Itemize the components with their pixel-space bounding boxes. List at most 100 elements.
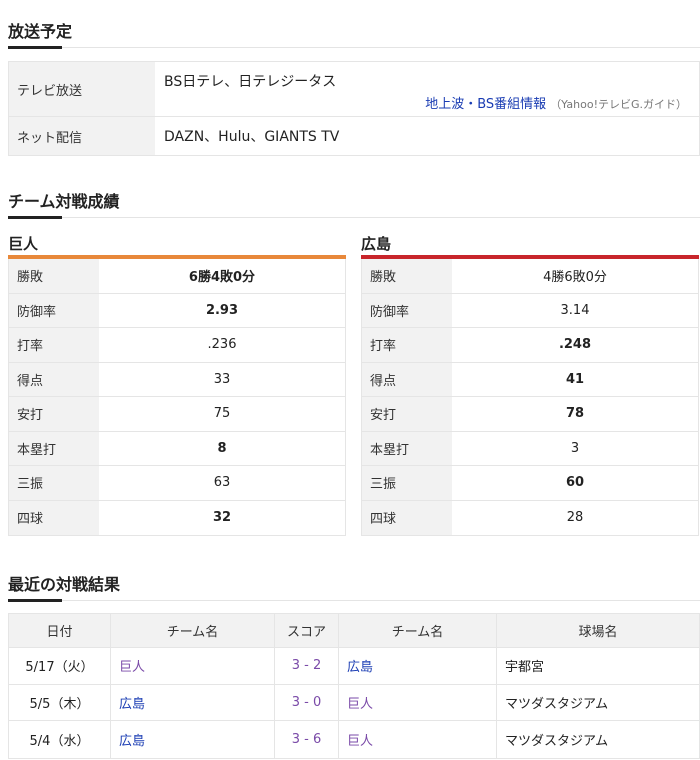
result-team2-cell: 広島 [339, 648, 497, 684]
result-team1-cell: 巨人 [111, 648, 275, 684]
stat-label: 打率 [362, 328, 452, 362]
tv-guide-link[interactable]: 地上波・BS番組情報 [425, 97, 546, 112]
result-score-cell: 3 - 6 [275, 721, 339, 758]
stat-label: 本塁打 [362, 431, 452, 465]
matchup-heading: チーム対戦成績 [8, 192, 120, 211]
result-stadium: マツダスタジアム [505, 696, 609, 712]
stat-value: .248 [558, 337, 592, 353]
stat-value: .236 [207, 337, 237, 353]
result-score-link[interactable]: 3 - 6 [292, 732, 322, 747]
stats-table: 勝敗 6勝4敗0分 防御率 2.93 打率 .236 得点 33 安打 75 本塁打 8 三振 63 四球 3… [8, 259, 346, 536]
col-team2: チーム名 [339, 614, 497, 647]
result-team1-cell: 広島 [111, 684, 275, 720]
result-team2-link[interactable]: 巨人 [347, 730, 373, 749]
divider [8, 47, 700, 48]
team-stats-giants: 巨人 勝敗 6勝4敗0分 防御率 2.93 打率 .236 得点 33 安打 75 本塁打 8 三振 63… [8, 233, 346, 536]
result-team2-cell: 巨人 [339, 684, 497, 720]
stat-row: 四球 32 [9, 500, 345, 535]
stat-row: 得点 33 [9, 362, 345, 397]
stats-table: 勝敗 4勝6敗0分 防御率 3.14 打率 .248 得点 41 安打 78 本塁打 3 三振 60 四球 2… [361, 259, 699, 536]
stat-value: 32 [212, 510, 232, 526]
result-team2-link[interactable]: 巨人 [347, 693, 373, 712]
stat-label: 三振 [362, 466, 452, 500]
stat-row: 打率 .248 [362, 328, 698, 363]
stat-row: 勝敗 4勝6敗0分 [362, 259, 698, 294]
result-stadium: マツダスタジアム [497, 721, 699, 758]
stat-value: 75 [213, 406, 231, 422]
result-date: 5/17（火） [9, 648, 111, 684]
stat-value: 60 [565, 475, 585, 491]
result-team1-cell: 広島 [111, 721, 275, 758]
stat-row: 安打 75 [9, 397, 345, 432]
result-team2-cell: 巨人 [339, 721, 497, 758]
stat-label: 勝敗 [9, 259, 99, 293]
stat-value: 41 [565, 371, 585, 387]
divider [8, 217, 700, 218]
stat-value: 4勝6敗0分 [543, 270, 607, 286]
stat-row: 得点 41 [362, 362, 698, 397]
tv-value-cell: BS日テレ、日テレジータス 地上波・BS番組情報 （Yahoo!テレビG.ガイド） [155, 62, 699, 116]
stat-label: 四球 [9, 500, 99, 535]
tv-value: BS日テレ、日テレジータス [164, 74, 337, 90]
tv-guide: 地上波・BS番組情報 （Yahoo!テレビG.ガイド） [425, 93, 687, 112]
team-name: 広島 [361, 235, 392, 253]
stat-value: 3.14 [560, 302, 590, 318]
stat-row: 三振 63 [9, 466, 345, 501]
stat-value: 8 [217, 440, 227, 456]
heading-accent [8, 599, 62, 602]
result-team2-link[interactable]: 広島 [347, 656, 373, 675]
result-score-cell: 3 - 2 [275, 648, 339, 684]
broadcast-net-row: ネット配信 DAZN、Hulu、GIANTS TV [9, 117, 699, 155]
stat-label: 本塁打 [9, 431, 99, 465]
results-table: 日付 チーム名 スコア チーム名 球場名 5/17（火） 巨人 3 - 2 広島 宇都宮… [8, 613, 700, 759]
broadcast-heading: 放送予定 [8, 22, 73, 41]
result-date: 5/5（木） [9, 684, 111, 720]
stat-label: 安打 [362, 397, 452, 431]
result-team1-link[interactable]: 広島 [119, 730, 145, 749]
col-score: スコア [275, 614, 339, 647]
results-header-row: 日付 チーム名 スコア チーム名 球場名 [9, 614, 699, 648]
stat-label: 得点 [362, 362, 452, 396]
stat-label: 三振 [9, 466, 99, 500]
stat-row: 四球 28 [362, 500, 698, 535]
stat-value: 3 [570, 440, 580, 456]
heading-accent [8, 46, 62, 49]
stat-row: 防御率 2.93 [9, 293, 345, 328]
stat-row: 三振 60 [362, 466, 698, 501]
result-team1-link[interactable]: 巨人 [119, 656, 145, 675]
stat-value: 6勝4敗0分 [188, 270, 256, 286]
stat-label: 防御率 [362, 293, 452, 327]
stat-row: 勝敗 6勝4敗0分 [9, 259, 345, 294]
stat-label: 防御率 [9, 293, 99, 327]
stat-row: 防御率 3.14 [362, 293, 698, 328]
stat-row: 本塁打 8 [9, 431, 345, 466]
tv-guide-source: （Yahoo!テレビG.ガイド） [550, 98, 687, 111]
net-label: ネット配信 [9, 117, 155, 155]
result-team1-link[interactable]: 広島 [119, 693, 145, 712]
result-row: 5/5（木） 広島 3 - 0 巨人 マツダスタジアム [9, 684, 699, 721]
result-date: 5/4（水） [29, 733, 90, 749]
result-stadium: 宇都宮 [497, 648, 699, 684]
result-row: 5/17（火） 巨人 3 - 2 広島 宇都宮 [9, 648, 699, 685]
result-stadium: マツダスタジアム [497, 685, 699, 721]
result-score-link[interactable]: 3 - 0 [292, 695, 322, 710]
col-stadium: 球場名 [578, 625, 618, 640]
stat-label: 四球 [362, 500, 452, 535]
stat-value: 63 [213, 475, 231, 491]
result-score-cell: 3 - 0 [275, 684, 339, 720]
result-score-link[interactable]: 3 - 2 [292, 658, 322, 673]
stat-label: 安打 [9, 397, 99, 431]
team-name: 巨人 [8, 235, 39, 253]
stat-value: 78 [565, 406, 585, 422]
stat-label: 得点 [9, 362, 99, 396]
tv-label: テレビ放送 [9, 62, 155, 116]
heading-accent [8, 216, 62, 219]
result-row: 5/4（水） 広島 3 - 6 巨人 マツダスタジアム [9, 721, 699, 758]
net-value: DAZN、Hulu、GIANTS TV [164, 129, 340, 145]
broadcast-table: テレビ放送 BS日テレ、日テレジータス 地上波・BS番組情報 （Yahoo!テレビ… [8, 61, 700, 156]
stat-value: 33 [213, 371, 231, 387]
result-stadium: 宇都宮 [505, 660, 545, 676]
stat-value: 2.93 [205, 302, 239, 318]
stat-row: 本塁打 3 [362, 431, 698, 466]
stat-row: 安打 78 [362, 397, 698, 432]
